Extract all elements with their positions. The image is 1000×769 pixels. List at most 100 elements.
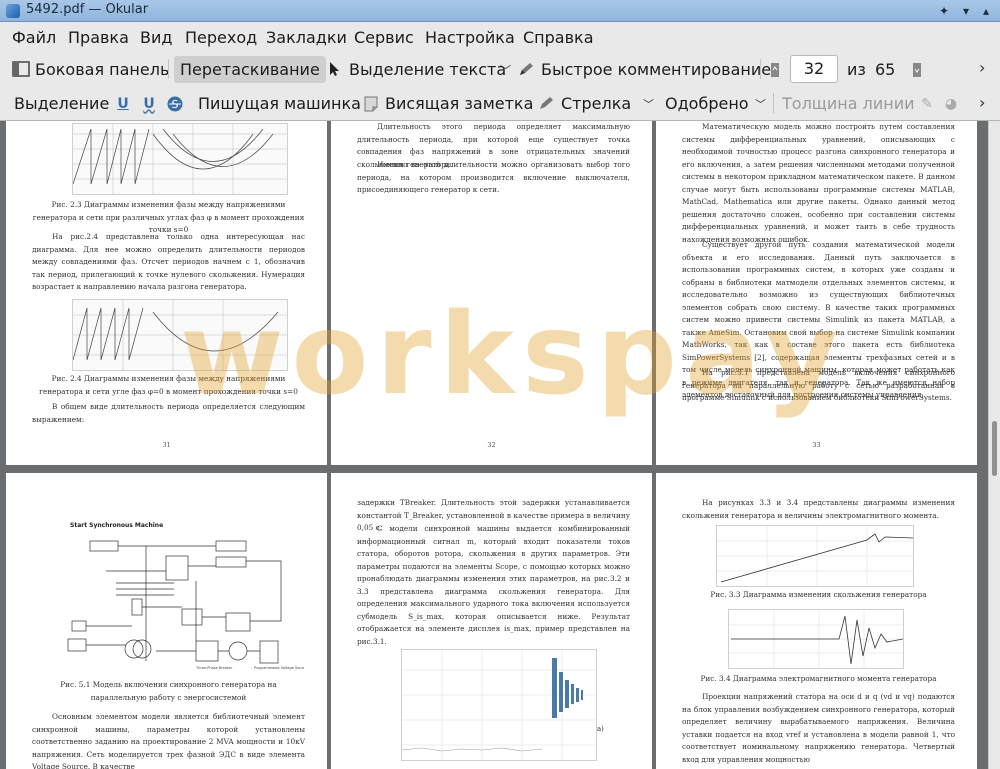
- minimize-icon[interactable]: ▾: [958, 3, 974, 19]
- highlight-button[interactable]: Выделение: [14, 90, 109, 117]
- maximize-icon[interactable]: ▴: [978, 3, 994, 19]
- menu-tools[interactable]: Сервис: [354, 28, 414, 47]
- arrow-label: Стрелка: [561, 94, 632, 113]
- line-width-label: Толщина линии: [782, 94, 915, 113]
- sidebar-button[interactable]: Боковая панель: [12, 56, 169, 83]
- stamp-label: Одобрено: [665, 94, 749, 113]
- diagram-title: Start Synchronous Machine: [70, 522, 163, 529]
- text-select-button[interactable]: Выделение текста: [326, 56, 506, 83]
- sidebar-icon: [12, 60, 30, 79]
- menu-bookmarks[interactable]: Закладки: [266, 28, 347, 47]
- pen-icon: [518, 61, 536, 79]
- current-waveform-figure: [401, 649, 597, 761]
- paragraph: В общем виде длительность периода опреде…: [32, 402, 305, 424]
- squiggle-button[interactable]: U: [140, 90, 163, 117]
- document-view[interactable]: Рис. 2.3 Диаграммы изменения фазы между …: [0, 121, 988, 769]
- figure-caption: Рис. 2.4 Диаграммы изменения фазы между …: [39, 374, 298, 396]
- quick-comment-button[interactable]: Быстрое комментирование: [518, 56, 771, 83]
- page-31: Рис. 2.3 Диаграммы изменения фазы между …: [6, 121, 327, 465]
- menu-view[interactable]: Вид: [140, 28, 172, 47]
- color-button[interactable]: ✎: [918, 90, 941, 117]
- paragraph: Математическую модель можно построить пу…: [682, 122, 955, 244]
- chevron-down-icon[interactable]: ﹀: [755, 96, 766, 112]
- page-32: Длительность этого периода определяет ма…: [331, 121, 652, 465]
- drag-mode-button[interactable]: Перетаскивание: [174, 56, 326, 83]
- page-number: 32: [487, 440, 496, 449]
- paragraph: Именно во этой длительности можно органи…: [357, 160, 630, 194]
- underline-icon: U: [117, 95, 129, 112]
- sticky-note-button[interactable]: Висящая заметка: [362, 90, 533, 117]
- diagram-block-label: Three-Phase Breaker: [195, 666, 233, 670]
- scrollbar-thumb[interactable]: [992, 421, 997, 476]
- keep-above-icon[interactable]: ✦: [936, 3, 952, 19]
- cursor-arrow-icon: [326, 61, 344, 79]
- palette-icon: ◕: [944, 95, 958, 112]
- figure-caption: Рис. 3.4 Диаграмма электромагнитного мом…: [700, 674, 937, 683]
- phase-diagram-figure: [72, 123, 288, 195]
- arrow-button[interactable]: Стрелка: [538, 90, 631, 117]
- paragraph: С модели синхронной машины выдается комб…: [357, 524, 630, 646]
- underline-button[interactable]: U: [114, 90, 137, 117]
- palette-button[interactable]: ◕: [942, 90, 965, 117]
- drag-mode-label: Перетаскивание: [180, 60, 320, 79]
- toolbar-separator: [760, 59, 761, 79]
- page-up-icon: [766, 61, 784, 79]
- text-select-label: Выделение текста: [349, 60, 507, 79]
- simulink-model-diagram: Start Synchronous Machine Three-Phase Br…: [46, 501, 307, 679]
- paragraph: Проекции напряжений статора на оси d и q…: [682, 692, 955, 764]
- page-34: Start Synchronous Machine Three-Phase Br…: [6, 473, 327, 769]
- paragraph: На рисунках 3.3 и 3.4 представлены диагр…: [682, 498, 955, 520]
- okular-app-icon: [6, 4, 20, 18]
- menu-edit[interactable]: Правка: [68, 28, 129, 47]
- strikeout-icon: S: [166, 95, 184, 113]
- page-down-icon: [908, 61, 926, 79]
- strikeout-button[interactable]: S: [166, 90, 189, 117]
- page-35: задержки TBreaker. Длительность этой зад…: [331, 473, 652, 769]
- chevron-down-icon[interactable]: ﹀: [500, 62, 511, 78]
- paragraph: На рис.2.4 представлена только одна инте…: [32, 232, 305, 291]
- figure-caption: Рис. 3.3 Диаграмма изменения скольжения …: [710, 590, 927, 599]
- page-number: 31: [162, 440, 171, 449]
- menu-go[interactable]: Переход: [185, 28, 257, 47]
- vertical-scrollbar[interactable]: [988, 121, 1000, 769]
- pencil-arrow-icon: [538, 95, 556, 113]
- menu-file[interactable]: Файл: [12, 28, 56, 47]
- next-page-button[interactable]: [908, 56, 931, 83]
- figure-caption: Рис. 5.1 Модель включения синхронного ге…: [60, 680, 277, 702]
- toolbar-overflow-icon[interactable]: ›: [979, 58, 985, 77]
- line-width-button[interactable]: Толщина линии: [782, 90, 915, 117]
- toolbar-separator: [773, 93, 774, 113]
- page-number: 33: [812, 440, 821, 449]
- diagram-block-label: Programmable Voltage Source: [254, 666, 304, 670]
- window-title: 5492.pdf — Okular: [26, 2, 149, 17]
- sidebar-label: Боковая панель: [35, 60, 170, 79]
- toolbar-separator: [168, 59, 169, 79]
- stamp-button[interactable]: Одобрено: [665, 90, 749, 117]
- quick-comment-label: Быстрое комментирование: [541, 60, 772, 79]
- menu-bar: Файл Правка Вид Переход Закладки Сервис …: [0, 22, 1000, 52]
- figure-label: а): [597, 725, 604, 733]
- page-33: Математическую модель можно построить пу…: [656, 121, 977, 465]
- paragraph: Основным элементом модели является библи…: [32, 712, 305, 769]
- slip-diagram-figure: [716, 525, 914, 587]
- brush-icon: ✎: [921, 95, 933, 112]
- title-bar: 5492.pdf — Okular ✦ ▾ ▴: [0, 0, 1000, 22]
- page-of-label: из: [847, 60, 866, 79]
- typewriter-label: Пишущая машинка: [198, 94, 361, 113]
- torque-diagram-figure: [728, 609, 904, 669]
- prev-page-button[interactable]: [766, 56, 789, 83]
- menu-help[interactable]: Справка: [523, 28, 594, 47]
- toolbar-overflow-icon[interactable]: ›: [979, 93, 985, 112]
- annotation-toolbar: Выделение U U S Пишущая машинка Висящая …: [0, 86, 1000, 121]
- note-icon: [362, 95, 380, 113]
- page-36: На рисунках 3.3 и 3.4 представлены диагр…: [656, 473, 977, 769]
- typewriter-button[interactable]: Пишущая машинка: [198, 90, 361, 117]
- sticky-note-label: Висящая заметка: [385, 94, 534, 113]
- menu-settings[interactable]: Настройка: [425, 28, 515, 47]
- squiggle-underline-icon: U: [143, 95, 155, 112]
- page-number-input[interactable]: 32: [790, 55, 838, 83]
- phase-diagram-figure: [72, 299, 288, 371]
- paragraph: На рис.3.1 представлена модель включения…: [682, 368, 955, 402]
- highlight-label: Выделение: [14, 94, 110, 113]
- chevron-down-icon[interactable]: ﹀: [643, 96, 654, 112]
